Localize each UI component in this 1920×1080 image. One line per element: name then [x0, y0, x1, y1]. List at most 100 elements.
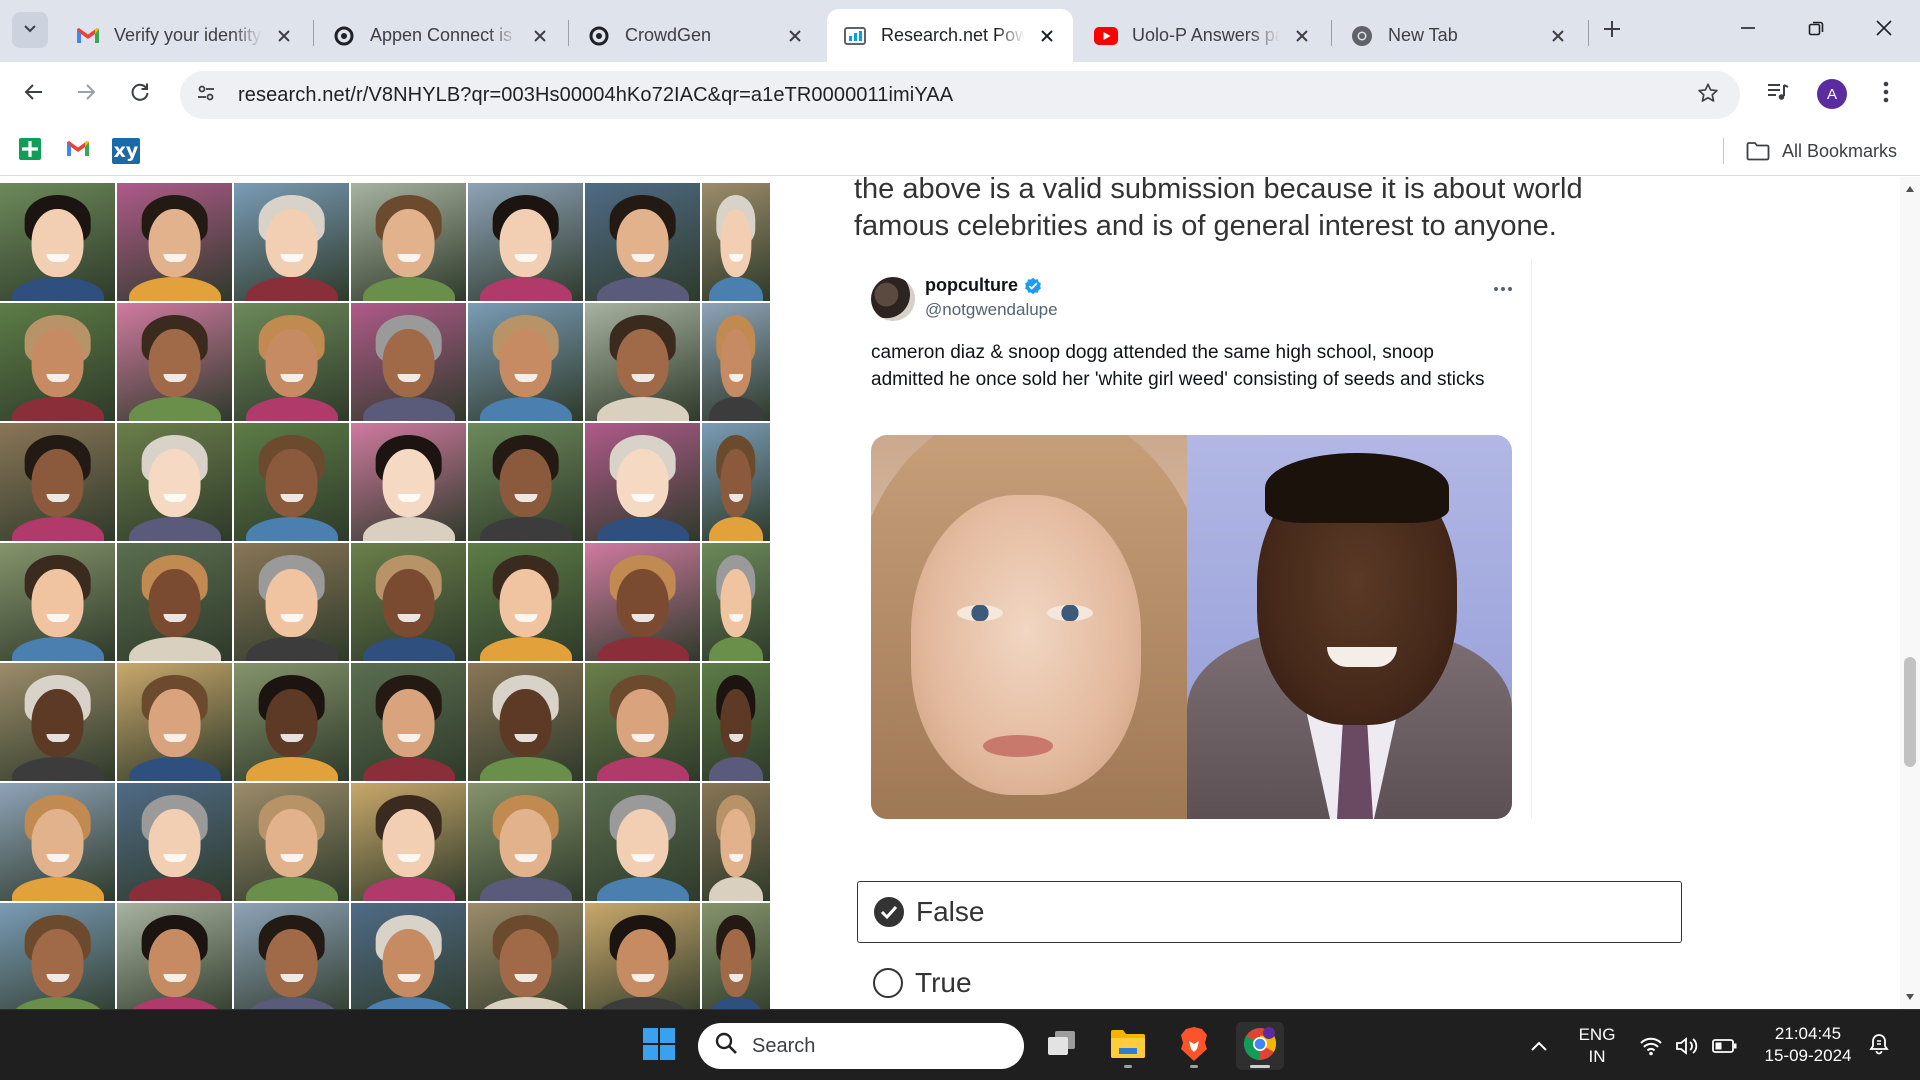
portrait-photo	[234, 543, 349, 661]
volume-icon[interactable]	[1674, 1034, 1700, 1058]
tab-uolo-answers[interactable]: Uolo-P Answers pa	[1078, 9, 1328, 62]
clock[interactable]: 21:04:45 15-09-2024	[1758, 1023, 1858, 1067]
media-control-button[interactable]	[1756, 72, 1800, 116]
tab-appen-connect[interactable]: Appen Connect is r	[316, 9, 566, 62]
portrait-photo	[585, 903, 700, 1009]
task-view-icon	[1045, 1029, 1079, 1064]
portrait-photo	[468, 543, 583, 661]
page-scrollbar[interactable]	[1900, 177, 1920, 1009]
portrait-photo	[117, 303, 232, 421]
start-button[interactable]	[635, 1022, 683, 1070]
appen-icon	[332, 24, 356, 48]
radio-circle-icon[interactable]	[873, 968, 903, 998]
close-icon[interactable]	[528, 24, 552, 48]
portrait-photo	[117, 663, 232, 781]
tab-research-net[interactable]: Research.net Powe	[827, 9, 1073, 62]
portrait-photo	[351, 423, 466, 541]
portrait-photo	[585, 183, 700, 301]
portrait-photo	[117, 183, 232, 301]
tab-title: New Tab	[1388, 25, 1458, 45]
minimize-icon	[1740, 20, 1756, 41]
close-icon[interactable]	[272, 24, 296, 48]
chevron-down-icon	[22, 20, 38, 41]
queue-music-icon	[1766, 81, 1790, 108]
chrome-taskbar-button[interactable]	[1236, 1022, 1284, 1070]
tab-separator	[568, 20, 569, 46]
wifi-icon[interactable]	[1638, 1034, 1664, 1058]
all-bookmarks-button[interactable]: All Bookmarks	[1746, 137, 1897, 165]
brave-browser-button[interactable]	[1170, 1022, 1218, 1070]
windows-taskbar: Search ENG IN 21:04:45 15-09-2024	[0, 1009, 1920, 1080]
tab-verify-identity[interactable]: Verify your identity	[60, 9, 310, 62]
portrait-photo	[117, 903, 232, 1009]
browser-menu-button[interactable]	[1864, 72, 1908, 116]
bookmarks-divider	[1723, 138, 1724, 164]
input-language-indicator[interactable]: ENG IN	[1574, 1024, 1620, 1068]
portrait-photo	[0, 903, 115, 1009]
portrait-photo	[585, 663, 700, 781]
portrait-photo	[0, 783, 115, 901]
region-label: IN	[1588, 1047, 1606, 1066]
tweet-photo	[871, 435, 1512, 819]
bookmark-sheets[interactable]	[16, 137, 44, 164]
site-info-button[interactable]	[188, 77, 224, 113]
close-icon[interactable]	[1035, 24, 1059, 48]
show-hidden-icons-button[interactable]	[1526, 1034, 1552, 1058]
tweet-display-name: popculture	[925, 275, 1042, 296]
option-false[interactable]: False	[857, 881, 1682, 943]
portrait-photo	[351, 183, 466, 301]
minimize-button[interactable]	[1726, 10, 1770, 50]
option-true[interactable]: True	[857, 952, 1682, 1009]
profile-button[interactable]: A	[1810, 72, 1854, 116]
portrait-photo	[585, 543, 700, 661]
close-icon[interactable]	[1546, 24, 1570, 48]
plus-icon	[1603, 20, 1621, 43]
portrait-photo	[117, 543, 232, 661]
portrait-photo	[234, 423, 349, 541]
bookmark-gmail[interactable]	[64, 138, 92, 164]
close-window-button[interactable]	[1862, 10, 1906, 50]
scrollbar-thumb[interactable]	[1904, 657, 1916, 767]
address-bar[interactable]: research.net/r/V8NHYLB?qr=003Hs00004hKo7…	[180, 71, 1740, 119]
bookmark-star-button[interactable]	[1690, 77, 1726, 113]
battery-icon[interactable]	[1712, 1034, 1738, 1058]
close-icon	[1876, 19, 1892, 41]
new-tab-button[interactable]	[1596, 15, 1628, 47]
clock-date: 15-09-2024	[1764, 1046, 1852, 1065]
url-text[interactable]: research.net/r/V8NHYLB?qr=003Hs00004hKo7…	[238, 84, 953, 107]
task-view-button[interactable]	[1038, 1022, 1086, 1070]
forward-button[interactable]	[64, 72, 108, 116]
portrait-photo	[468, 903, 583, 1009]
back-button[interactable]	[12, 72, 56, 116]
portrait-collage	[0, 183, 770, 1009]
tab-search-button[interactable]	[12, 12, 48, 48]
close-icon[interactable]	[783, 24, 807, 48]
scroll-down-icon[interactable]	[1904, 991, 1916, 1003]
portrait-photo	[0, 423, 115, 541]
portrait-photo	[702, 903, 770, 1009]
notifications-button[interactable]	[1866, 1033, 1892, 1058]
tab-new-tab[interactable]: New Tab	[1334, 9, 1584, 62]
tab-crowdgen[interactable]: CrowdGen	[571, 9, 821, 62]
check-circle-icon[interactable]	[874, 897, 904, 927]
close-icon[interactable]	[1290, 24, 1314, 48]
bookmark-xy[interactable]: xy	[112, 138, 140, 164]
option-label: True	[915, 967, 972, 998]
portrait-photo	[585, 423, 700, 541]
brave-lion-icon	[1177, 1025, 1211, 1068]
file-explorer-button[interactable]	[1104, 1022, 1152, 1070]
research-net-icon	[843, 24, 867, 48]
reload-button[interactable]	[118, 72, 162, 116]
youtube-icon	[1094, 24, 1118, 48]
search-icon	[714, 1031, 738, 1061]
survey-page: the above is a valid submission because …	[0, 177, 1920, 1009]
gmail-icon	[76, 24, 100, 48]
tab-title: CrowdGen	[625, 25, 712, 45]
tab-title: Uolo-P Answers pa	[1132, 25, 1280, 45]
taskbar-search[interactable]: Search	[698, 1023, 1024, 1069]
restore-button[interactable]	[1794, 10, 1838, 50]
scroll-up-icon[interactable]	[1904, 183, 1916, 195]
tab-strip: Verify your identity Appen Connect is r …	[0, 0, 1920, 62]
reload-icon	[130, 82, 150, 107]
portrait-photo	[234, 663, 349, 781]
